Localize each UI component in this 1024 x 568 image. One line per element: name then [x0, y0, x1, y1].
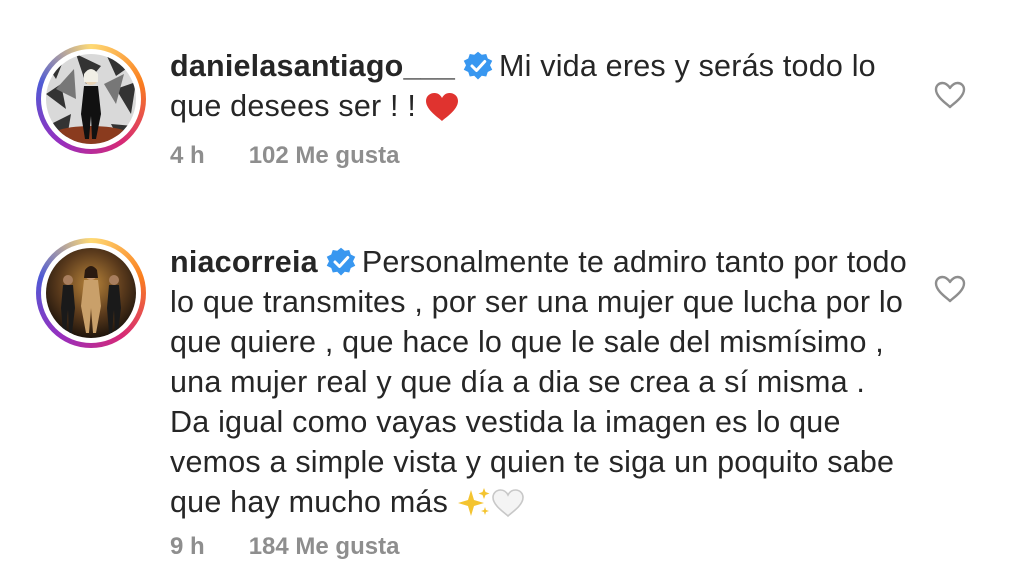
avatar-image	[46, 248, 136, 338]
comment-timestamp: 9 h	[170, 533, 205, 560]
comment-likes[interactable]: 102 Me gusta	[249, 142, 400, 170]
white-heart-emoji-icon	[491, 488, 525, 528]
comment-username[interactable]: danielasantiago___	[170, 49, 455, 83]
comment-meta: 4 h 102 Me gusta	[170, 142, 399, 170]
comment-meta: 9 h 184 Me gusta	[170, 533, 399, 561]
verified-badge-icon	[463, 51, 493, 81]
comment-body: Personalmente te admiro tanto por todo l…	[170, 245, 907, 519]
comment-likes[interactable]: 184 Me gusta	[249, 533, 400, 561]
heart-emoji-icon	[425, 92, 459, 132]
like-heart-icon[interactable]	[933, 274, 967, 304]
comment-text: danielasantiago___ Mi vida eres y serás t…	[170, 46, 910, 132]
avatar[interactable]	[36, 44, 146, 154]
like-heart-icon[interactable]	[933, 80, 967, 110]
comment-username[interactable]: niacorreia	[170, 245, 318, 279]
avatar[interactable]	[36, 238, 146, 348]
sparkles-emoji-icon	[457, 486, 491, 528]
verified-badge-icon	[326, 247, 356, 277]
comment-text: niacorreia Personalmente te admiro tanto …	[170, 242, 910, 528]
avatar-image	[46, 54, 136, 144]
comment-timestamp: 4 h	[170, 142, 205, 169]
